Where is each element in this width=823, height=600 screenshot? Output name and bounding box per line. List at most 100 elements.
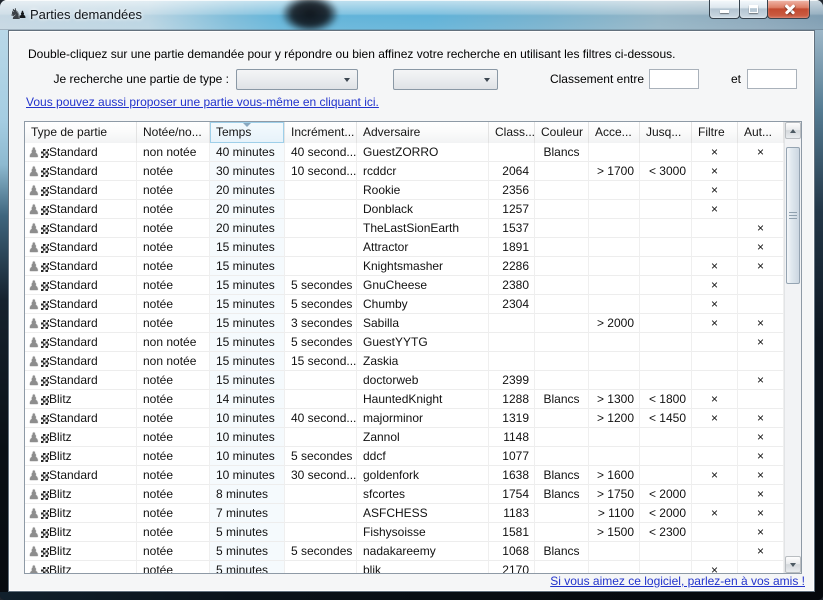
column-header-10[interactable]: Filtre [692,122,738,143]
cell-increment [285,561,357,573]
cell-type: ♟Standard [25,143,137,162]
dialog-body: Double-cliquez sur une partie demandée p… [8,30,815,592]
cell-filter [692,485,738,504]
rating-max-input[interactable] [747,69,797,89]
game-type-text: Standard [49,295,98,313]
table-row[interactable]: ♟Standardnotée20 minutesTheLastSionEarth… [25,219,784,238]
scrollbar-thumb[interactable] [786,147,800,284]
game-type-text: Standard [49,257,98,275]
table-row[interactable]: ♟Standardnotée20 minutesRookie2356× [25,181,784,200]
share-link[interactable]: Si vous aimez ce logiciel, parlez-en à v… [550,574,805,588]
table-row[interactable]: ♟Blitznotée5 minutesFishysoisse1581> 150… [25,523,784,542]
table-row[interactable]: ♟Standardnotée20 minutesDonblack1257× [25,200,784,219]
chess-pawn-and-board-icon: ♟ [28,222,49,235]
cell-rating: 2399 [489,371,535,390]
window-frame-bottom [0,592,823,600]
table-row[interactable]: ♟Blitznotée14 minutesHauntedKnight1288Bl… [25,390,784,409]
column-header-label: Couleur [541,125,583,139]
cell-filter: × [692,314,738,333]
table-row[interactable]: ♟Standardnon notée15 minutes15 second...… [25,352,784,371]
cell-type: ♟Standard [25,162,137,181]
table-row[interactable]: ♟Standardnotée15 minutes5 secondesGnuChe… [25,276,784,295]
table-row[interactable]: ♟Blitznotée10 minutes5 secondesddcf1077× [25,447,784,466]
close-button[interactable] [767,0,810,19]
rating-min-input[interactable] [649,69,699,89]
cell-adversary: GuestYYTG [357,333,489,352]
cell-time: 8 minutes [210,485,285,504]
table-row[interactable]: ♟Standardnotée10 minutes30 second...gold… [25,466,784,485]
game-subtype-select[interactable] [393,69,498,90]
cell-below [640,295,692,314]
cell-time: 10 minutes [210,447,285,466]
table-row[interactable]: ♟Blitznotée5 minutes5 secondesnadakareem… [25,542,784,561]
column-header-5[interactable]: Adversaire [357,122,489,143]
chess-pawn-and-board-icon: ♟ [28,336,49,349]
cell-above [589,181,640,200]
table-row[interactable]: ♟Blitznotée10 minutesZannol1148× [25,428,784,447]
cell-color: Blancs [535,466,589,485]
table-row[interactable]: ♟Standardnotée30 minutes10 second...rcdd… [25,162,784,181]
vertical-scrollbar[interactable] [784,122,801,573]
table-row[interactable]: ♟Standardnotée10 minutes40 second...majo… [25,409,784,428]
scroll-down-button[interactable] [785,556,801,573]
column-header-4[interactable]: Incrément... [285,122,357,143]
cell-auto: × [738,504,784,523]
table-row[interactable]: ♟Standardnotée15 minutesKnightsmasher228… [25,257,784,276]
table-row[interactable]: ♟Blitznotée7 minutesASFCHESS1183> 1100< … [25,504,784,523]
cell-above [589,561,640,573]
cell-auto [738,276,784,295]
cell-filter: × [692,181,738,200]
scroll-up-button[interactable] [785,122,801,139]
chevron-down-icon [344,78,350,82]
cell-rating: 2064 [489,162,535,181]
maximize-button[interactable] [739,0,768,19]
cell-color [535,428,589,447]
minimize-button[interactable] [709,0,740,19]
table-row[interactable]: ♟Blitznotée5 minutesblik2170× [25,561,784,573]
column-header-8[interactable]: Acce... [589,122,640,143]
cell-above [589,542,640,561]
cell-color [535,333,589,352]
table-row[interactable]: ♟Standardnon notée15 minutes5 secondesGu… [25,333,784,352]
column-header-3[interactable]: Temps [210,122,285,143]
table-row[interactable]: ♟Standardnon notée40 minutes40 second...… [25,143,784,162]
titlebar[interactable]: ♞♟ Parties demandées [0,0,823,30]
cell-adversary: Fishysoisse [357,523,489,542]
column-header-2[interactable]: Notée/no... [137,122,210,143]
cell-rating: 1068 [489,542,535,561]
cell-below [640,561,692,573]
table-row[interactable]: ♟Standardnotée15 minutesdoctorweb2399× [25,371,784,390]
table-row[interactable]: ♟Blitznotée8 minutessfcortes1754Blancs> … [25,485,784,504]
cell-adversary: Rookie [357,181,489,200]
cell-time: 15 minutes [210,314,285,333]
table-row[interactable]: ♟Standardnotée15 minutes5 secondesChumby… [25,295,784,314]
cell-above [589,276,640,295]
cell-adversary: Donblack [357,200,489,219]
propose-game-link[interactable]: Vous pouvez aussi proposer une partie vo… [26,95,379,109]
cell-time: 10 minutes [210,428,285,447]
cell-color [535,200,589,219]
game-type-select[interactable] [236,69,358,90]
cell-below [640,352,692,371]
table-row[interactable]: ♟Standardnotée15 minutesAttractor1891× [25,238,784,257]
cell-time: 20 minutes [210,181,285,200]
column-header-6[interactable]: Class... [489,122,535,143]
column-header-9[interactable]: Jusq... [640,122,692,143]
cell-adversary: rcddcr [357,162,489,181]
cell-increment [285,257,357,276]
app-chess-icon: ♞♟ [9,6,27,24]
column-header-1[interactable]: Type de partie [25,122,137,143]
games-table: Type de partieNotée/no...TempsIncrément.… [24,121,802,574]
cell-auto: × [738,219,784,238]
cell-auto: × [738,485,784,504]
column-header-7[interactable]: Couleur [535,122,589,143]
cell-rated: notée [137,428,210,447]
cell-auto: × [738,238,784,257]
window-frame-right [815,30,823,592]
column-header-11[interactable]: Aut... [738,122,784,143]
column-header-label: Aut... [744,125,772,139]
column-header-label: Jusq... [646,125,681,139]
game-type-text: Standard [49,162,98,180]
cell-filter [692,371,738,390]
table-row[interactable]: ♟Standardnotée15 minutes3 secondesSabill… [25,314,784,333]
